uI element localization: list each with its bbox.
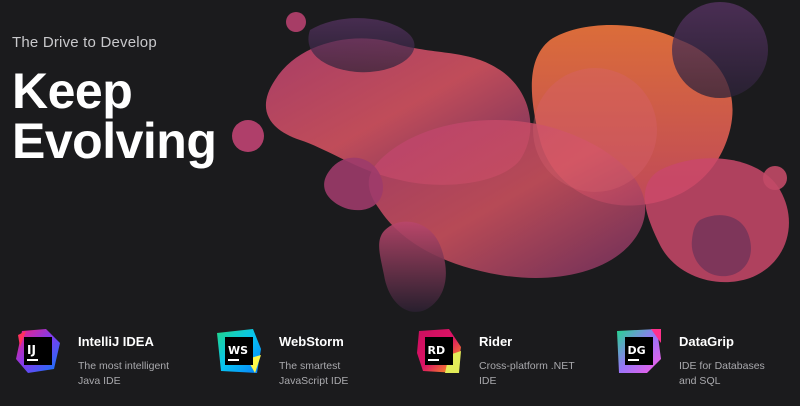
hero-tagline: The Drive to Develop bbox=[12, 34, 157, 51]
product-datagrip[interactable]: DG DataGrip IDE for Databases and SQL bbox=[617, 326, 800, 396]
headline-line-2: Evolving bbox=[12, 113, 217, 169]
product-list: IJ IntelliJ IDEA The most intelligent Ja… bbox=[0, 326, 800, 406]
rider-logo-icon: RD bbox=[417, 329, 461, 373]
logo-abbr: RD bbox=[428, 344, 446, 357]
product-name: DataGrip bbox=[679, 334, 734, 349]
description-line-2: and SQL bbox=[679, 375, 721, 387]
product-description: The most intelligent Java IDE bbox=[78, 359, 203, 389]
product-description: IDE for Databases and SQL bbox=[679, 359, 800, 389]
description-line-2: IDE bbox=[479, 375, 497, 387]
intellij-logo-icon: IJ bbox=[16, 329, 60, 373]
description-line-1: Cross-platform .NET bbox=[479, 360, 575, 372]
product-webstorm[interactable]: WS WebStorm The smartest JavaScript IDE bbox=[217, 326, 407, 396]
webstorm-logo-icon: WS bbox=[217, 329, 261, 373]
product-rider[interactable]: RD Rider Cross-platform .NET IDE bbox=[417, 326, 607, 396]
logo-abbr: IJ bbox=[27, 343, 36, 357]
product-name: IntelliJ IDEA bbox=[78, 334, 154, 349]
product-description: Cross-platform .NET IDE bbox=[479, 359, 604, 389]
description-line-1: The smartest bbox=[279, 360, 341, 372]
description-line-1: The most intelligent bbox=[78, 360, 170, 372]
datagrip-logo-icon: DG bbox=[617, 329, 661, 373]
blob-group bbox=[232, 2, 789, 312]
description-line-2: JavaScript IDE bbox=[279, 375, 349, 387]
logo-abbr: DG bbox=[628, 344, 646, 357]
logo-abbr: WS bbox=[228, 344, 248, 357]
description-line-2: Java IDE bbox=[78, 375, 121, 387]
product-name: Rider bbox=[479, 334, 513, 349]
hero-headline: Keep Evolving bbox=[12, 63, 217, 169]
product-description: The smartest JavaScript IDE bbox=[279, 359, 404, 389]
description-line-1: IDE for Databases bbox=[679, 360, 765, 372]
headline-line-1: Keep bbox=[12, 63, 133, 119]
product-intellij-idea[interactable]: IJ IntelliJ IDEA The most intelligent Ja… bbox=[16, 326, 206, 396]
product-name: WebStorm bbox=[279, 334, 344, 349]
